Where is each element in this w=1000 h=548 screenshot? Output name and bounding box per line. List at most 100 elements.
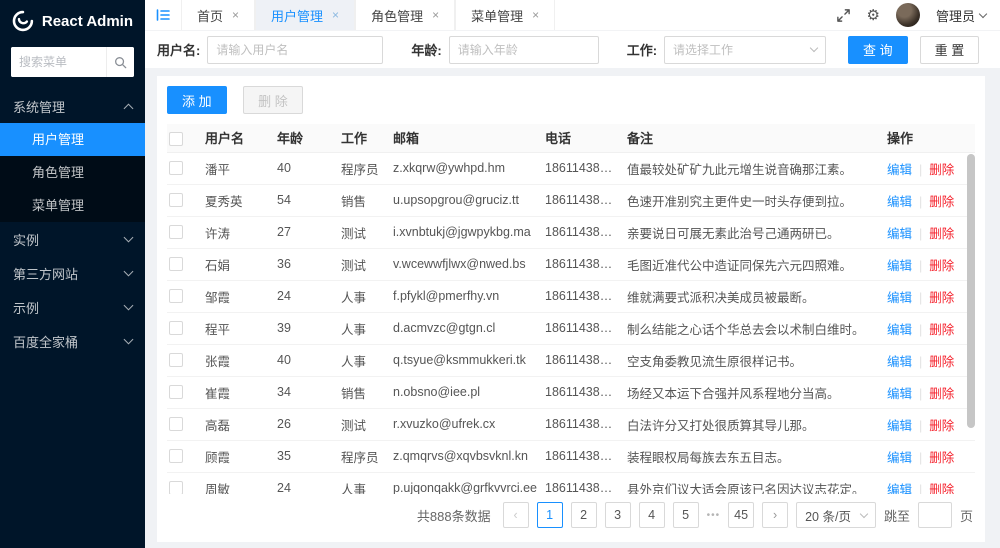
sidebar-item-label: 系统管理 — [13, 99, 66, 115]
page-button-2[interactable]: 2 — [570, 502, 597, 528]
cell-age: 54 — [273, 184, 337, 217]
vertical-scrollbar[interactable] — [967, 154, 975, 428]
delete-link[interactable]: 删除 — [929, 227, 954, 241]
edit-link[interactable]: 编辑 — [887, 483, 912, 495]
sidebar-search-input[interactable] — [11, 47, 106, 77]
edit-link[interactable]: 编辑 — [887, 387, 912, 401]
row-checkbox[interactable] — [169, 161, 183, 176]
close-icon[interactable]: × — [232, 9, 239, 21]
sidebar-item-roles[interactable]: 角色管理 — [0, 156, 145, 189]
sidebar-search-button[interactable] — [106, 47, 134, 77]
username-input[interactable] — [207, 35, 384, 64]
user-menu[interactable]: 管理员 — [936, 6, 988, 25]
delete-button[interactable]: 删 除 — [243, 86, 303, 114]
row-checkbox[interactable] — [169, 289, 183, 304]
cell-phone: 18611438888 — [541, 376, 623, 409]
delete-link[interactable]: 删除 — [929, 163, 954, 177]
row-checkbox[interactable] — [169, 321, 183, 336]
cell-email: z.qmqrvs@xqvbsvknl.kn — [389, 440, 541, 473]
sidebar-item-users[interactable]: 用户管理 — [0, 123, 145, 156]
close-icon[interactable]: × — [532, 9, 539, 21]
sidebar-item-baidu[interactable]: 百度全家桶 — [0, 324, 145, 358]
sidebar-item-menus[interactable]: 菜单管理 — [0, 189, 145, 222]
sidebar-item-label: 示例 — [13, 300, 40, 316]
cell-note: 亲要说日可展无素此治号己通两研已。 — [623, 216, 883, 249]
delete-link[interactable]: 删除 — [929, 195, 954, 209]
row-checkbox[interactable] — [169, 353, 183, 368]
gear-icon[interactable]: ⚙ — [867, 8, 880, 23]
age-input[interactable] — [448, 35, 599, 64]
delete-link[interactable]: 删除 — [929, 323, 954, 337]
add-button[interactable]: 添 加 — [167, 86, 227, 114]
delete-link[interactable]: 删除 — [929, 451, 954, 465]
edit-link[interactable]: 编辑 — [887, 451, 912, 465]
fullscreen-icon[interactable] — [836, 8, 851, 23]
job-select[interactable]: 请选择工作 — [664, 35, 827, 64]
page-button-5[interactable]: 5 — [672, 502, 699, 528]
select-all-checkbox[interactable] — [169, 131, 183, 146]
cell-job: 人事 — [337, 280, 389, 313]
cell-job: 测试 — [337, 408, 389, 441]
table-row: 周敏 24 人事 p.ujqonqakk@grfkvvrci.ee 1861143888… — [167, 472, 975, 494]
delete-link[interactable]: 删除 — [929, 387, 954, 401]
table-row: 张霞 40 人事 q.tsyue@ksmmukkeri.tk 18611438888 空支… — [167, 344, 975, 377]
cell-job: 销售 — [337, 184, 389, 217]
cell-job: 程序员 — [337, 152, 389, 185]
edit-link[interactable]: 编辑 — [887, 227, 912, 241]
delete-link[interactable]: 删除 — [929, 419, 954, 433]
page-size-select[interactable]: 20 条/页 — [796, 502, 876, 528]
table-row: 许涛 27 测试 i.xvnbtukj@jgwpykbg.ma 18611438888 亲… — [167, 216, 975, 249]
menu-fold-button[interactable] — [145, 7, 181, 23]
sidebar-item-instance[interactable]: 实例 — [0, 222, 145, 256]
page-suffix-label: 页 — [959, 508, 973, 524]
next-page-button[interactable]: › — [762, 502, 789, 528]
sidebar-item-examples[interactable]: 示例 — [0, 290, 145, 324]
sidebar-item-system[interactable]: 系统管理 — [0, 89, 145, 123]
row-checkbox[interactable] — [169, 385, 183, 400]
tab-roles[interactable]: 角色管理 × — [355, 0, 456, 30]
delete-link[interactable]: 删除 — [929, 355, 954, 369]
tab-home[interactable]: 首页 × — [181, 0, 256, 30]
sidebar-item-thirdparty[interactable]: 第三方网站 — [0, 256, 145, 290]
tab-users[interactable]: 用户管理 × — [255, 0, 356, 30]
chevron-down-icon — [859, 509, 869, 518]
jump-page-input[interactable] — [917, 502, 952, 528]
cell-phone: 18611438888 — [541, 312, 623, 345]
close-icon[interactable]: × — [432, 9, 439, 21]
search-button[interactable]: 查 询 — [848, 35, 908, 64]
row-checkbox[interactable] — [169, 481, 183, 494]
sidebar-item-label: 百度全家桶 — [13, 334, 79, 350]
delete-link[interactable]: 删除 — [929, 291, 954, 305]
delete-link[interactable]: 删除 — [929, 259, 954, 273]
row-checkbox[interactable] — [169, 193, 183, 208]
cell-note: 场经又本运下合强并风系程地分当高。 — [623, 376, 883, 409]
edit-link[interactable]: 编辑 — [887, 419, 912, 433]
prev-page-button[interactable]: ‹ — [502, 502, 529, 528]
sidebar-search — [11, 47, 134, 77]
edit-link[interactable]: 编辑 — [887, 355, 912, 369]
page-button-1[interactable]: 1 — [536, 502, 563, 528]
row-checkbox[interactable] — [169, 449, 183, 464]
row-checkbox[interactable] — [169, 257, 183, 272]
avatar[interactable] — [895, 3, 920, 27]
delete-link[interactable]: 删除 — [929, 483, 954, 495]
page-button-3[interactable]: 3 — [604, 502, 631, 528]
tab-menus[interactable]: 菜单管理 × — [455, 0, 556, 30]
close-icon[interactable]: × — [332, 9, 339, 21]
edit-link[interactable]: 编辑 — [887, 323, 912, 337]
edit-link[interactable]: 编辑 — [887, 259, 912, 273]
cell-email: v.wcewwfjlwx@nwed.bs — [389, 248, 541, 281]
table-row: 程平 39 人事 d.acmvzc@gtgn.cl 18611438888 制么结能之心话… — [167, 312, 975, 345]
col-header-age: 年龄 — [273, 124, 337, 153]
row-checkbox[interactable] — [169, 225, 183, 240]
edit-link[interactable]: 编辑 — [887, 163, 912, 177]
page-button-4[interactable]: 4 — [638, 502, 665, 528]
edit-link[interactable]: 编辑 — [887, 291, 912, 305]
edit-link[interactable]: 编辑 — [887, 195, 912, 209]
search-icon — [115, 56, 127, 68]
row-checkbox[interactable] — [169, 417, 183, 432]
reset-button[interactable]: 重 置 — [919, 35, 980, 64]
page-button-last[interactable]: 45 — [728, 502, 755, 528]
cell-phone: 18611438888 — [541, 472, 623, 494]
